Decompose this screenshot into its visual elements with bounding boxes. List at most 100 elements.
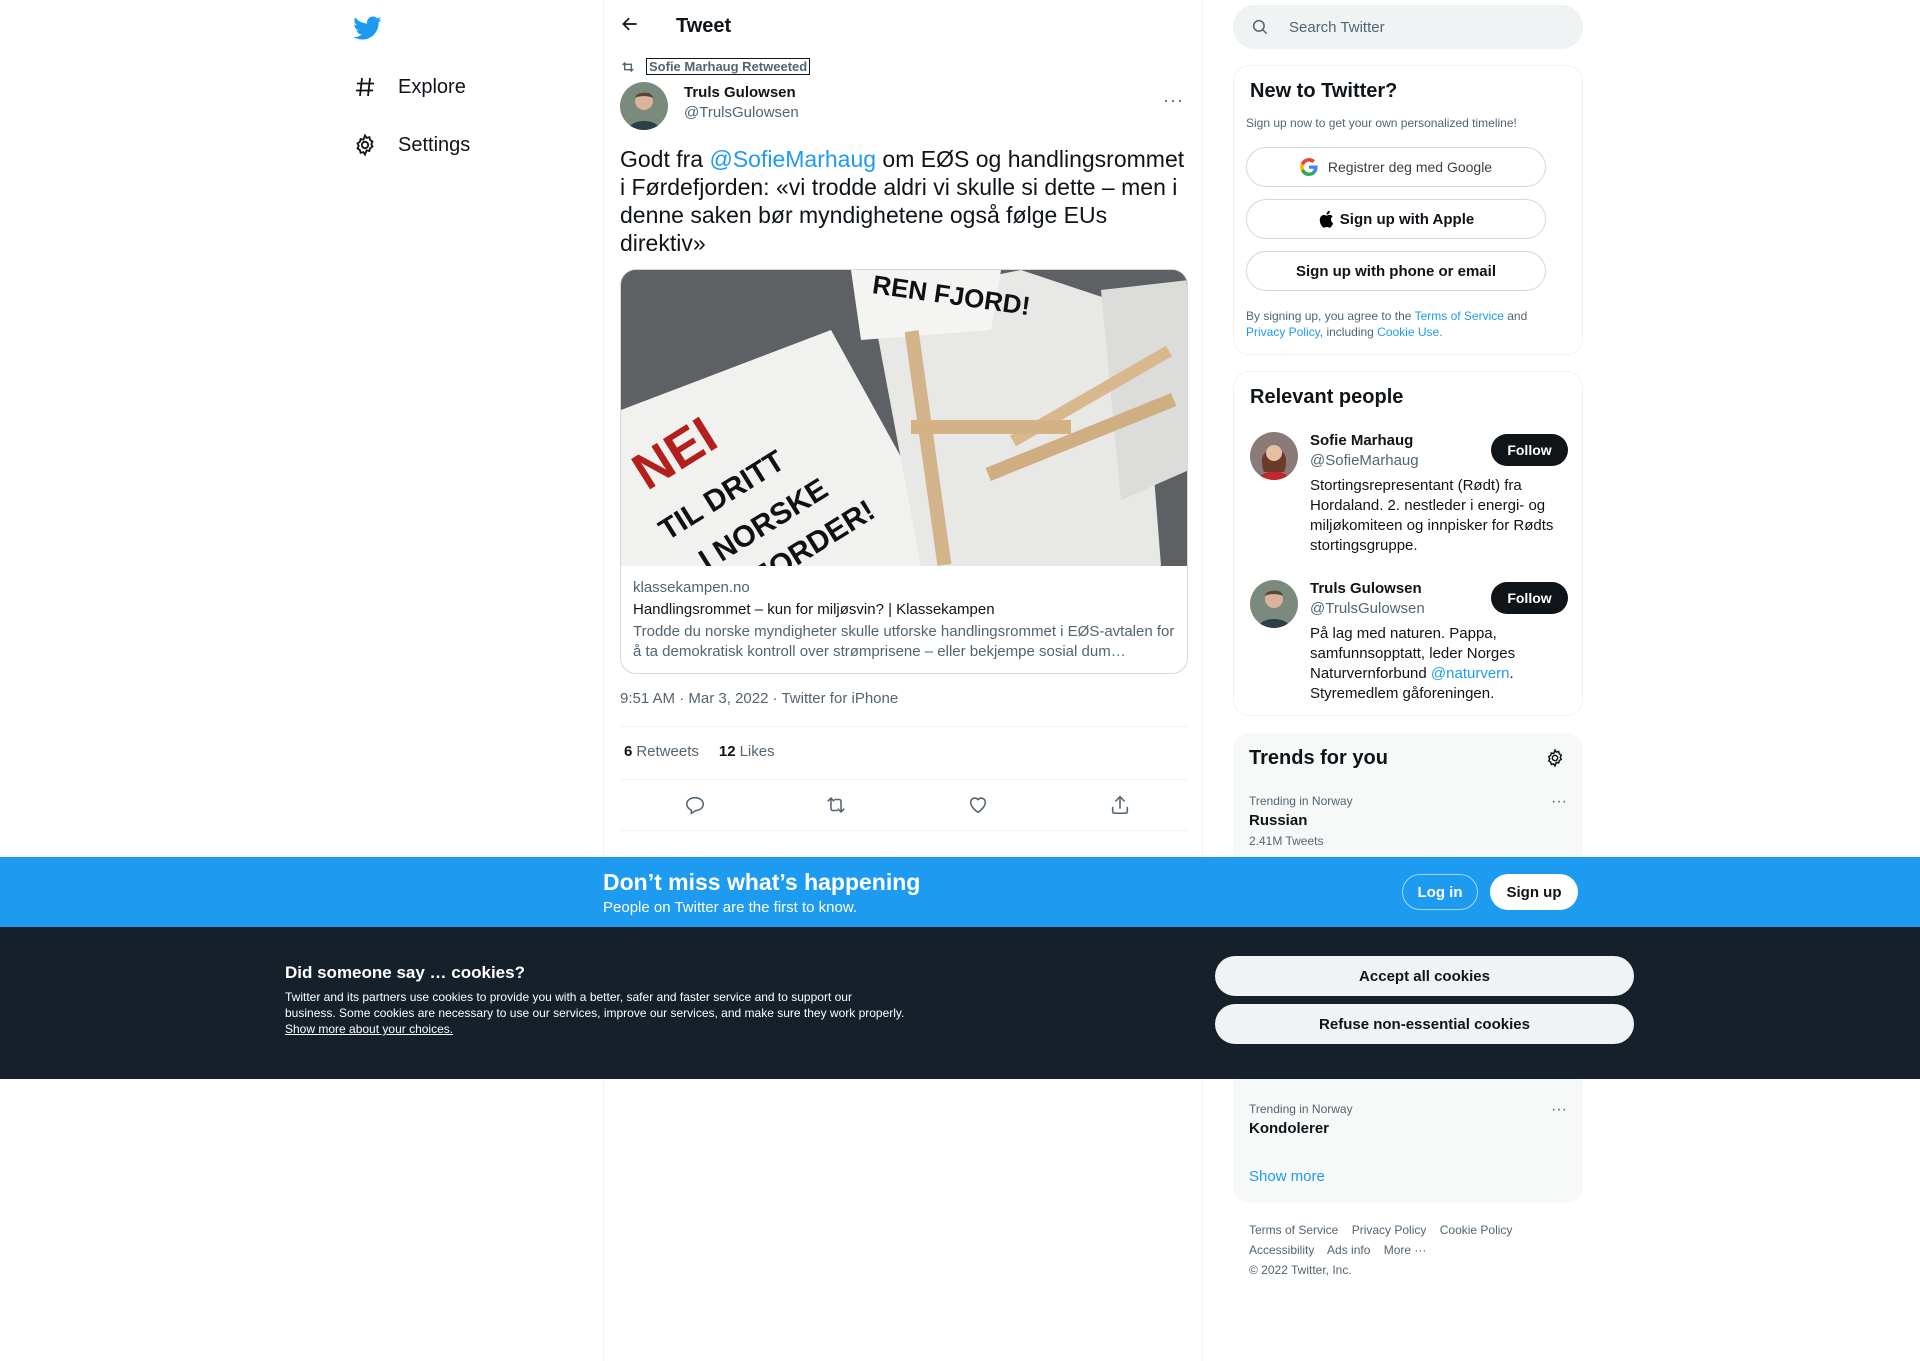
page-title: Tweet bbox=[676, 15, 732, 37]
footer-links-row: Terms of Service Privacy Policy Cookie P… bbox=[1249, 1220, 1569, 1240]
likes-count: 12 bbox=[718, 743, 736, 760]
show-more-link[interactable]: Show more bbox=[1249, 1168, 1325, 1185]
signup-prompt-subtitle: People on Twitter are the first to know. bbox=[603, 899, 858, 916]
apple-signup-label: Sign up with Apple bbox=[1339, 210, 1475, 228]
card-image: REN FJORD! NEI TIL DRITT I NORSKE FJORDE… bbox=[621, 270, 1187, 566]
apple-icon bbox=[1318, 210, 1334, 228]
relevant-people-title: Relevant people bbox=[1250, 386, 1404, 408]
footer-links-row: Accessibility Ads info More ··· bbox=[1249, 1240, 1569, 1260]
privacy-policy-link[interactable]: Privacy Policy bbox=[1246, 325, 1320, 339]
back-arrow-icon[interactable] bbox=[620, 14, 644, 38]
share-icon[interactable] bbox=[1105, 790, 1135, 820]
signup-prompt-bar: Don’t miss what’s happening People on Tw… bbox=[0, 857, 1920, 927]
footer-link[interactable]: Cookie Policy bbox=[1440, 1223, 1513, 1237]
terms-text-3: , including bbox=[1319, 325, 1378, 339]
signup-button[interactable]: Sign up bbox=[1490, 874, 1578, 910]
new-to-twitter-box: New to Twitter? Sign up now to get your … bbox=[1233, 65, 1583, 355]
trend-more-icon[interactable]: ··· bbox=[1551, 1101, 1567, 1119]
divider bbox=[620, 830, 1188, 831]
person-name[interactable]: Sofie Marhaug bbox=[1310, 432, 1413, 449]
bio-mention-link[interactable]: @naturvern bbox=[1431, 665, 1510, 682]
cookie-choices-link[interactable]: Show more about your choices. bbox=[285, 1022, 453, 1036]
google-signup-label: Registrer deg med Google bbox=[1327, 159, 1493, 175]
retweet-icon bbox=[620, 59, 638, 75]
tweet-author: Truls Gulowsen @TrulsGulowsen ··· bbox=[620, 82, 1188, 130]
retweet-action-icon[interactable] bbox=[821, 790, 851, 820]
gear-icon bbox=[352, 132, 378, 158]
trend-count: 2.41M Tweets bbox=[1249, 834, 1324, 848]
nav-settings-label: Settings bbox=[398, 133, 471, 156]
footer-link[interactable]: Terms of Service bbox=[1249, 1223, 1338, 1237]
terms-text-2: and bbox=[1503, 309, 1528, 323]
person-handle[interactable]: @SofieMarhaug bbox=[1310, 452, 1419, 469]
likes-stat[interactable]: 12 Likes bbox=[719, 743, 775, 760]
trend-context: Trending in Norway bbox=[1249, 1102, 1353, 1116]
nav-settings[interactable]: Settings bbox=[352, 125, 470, 165]
footer-link[interactable]: More ··· bbox=[1384, 1243, 1427, 1257]
signup-terms: By signing up, you agree to the Terms of… bbox=[1246, 308, 1566, 340]
relevant-people-box: Relevant people Sofie Marhaug @SofieMarh… bbox=[1233, 371, 1583, 716]
search-bar[interactable] bbox=[1233, 5, 1583, 49]
cookie-use-link[interactable]: Cookie Use. bbox=[1377, 325, 1442, 339]
card-description: Trodde du norske myndigheter skulle utfo… bbox=[633, 623, 1175, 660]
refuse-cookies-button[interactable]: Refuse non-essential cookies bbox=[1215, 1004, 1634, 1044]
person-avatar[interactable] bbox=[1250, 432, 1298, 480]
cookie-banner: Did someone say … cookies? Twitter and i… bbox=[0, 927, 1920, 1079]
trend-name: Russian bbox=[1249, 812, 1308, 829]
card-meta: klassekampen.no Handlingsrommet – kun fo… bbox=[633, 578, 1177, 662]
like-icon[interactable] bbox=[963, 790, 993, 820]
cookie-title: Did someone say … cookies? bbox=[285, 963, 525, 982]
tweet-stats: 6 Retweets 12 Likes bbox=[624, 743, 775, 760]
new-to-twitter-subtitle: Sign up now to get your own personalized… bbox=[1246, 116, 1517, 130]
terms-text-1: By signing up, you agree to the bbox=[1246, 309, 1415, 323]
person-handle[interactable]: @TrulsGulowsen bbox=[1310, 600, 1425, 617]
twitter-logo-icon[interactable] bbox=[352, 13, 382, 43]
trend-more-icon[interactable]: ··· bbox=[1551, 793, 1567, 811]
terms-of-service-link[interactable]: Terms of Service bbox=[1415, 309, 1504, 323]
footer-link[interactable]: Accessibility bbox=[1249, 1243, 1314, 1257]
reply-icon[interactable] bbox=[680, 790, 710, 820]
trend-item[interactable]: Trending in Norway Russian 2.41M Tweets … bbox=[1249, 793, 1567, 849]
follow-button[interactable]: Follow bbox=[1491, 434, 1568, 466]
retweeter-link[interactable]: Sofie Marhaug Retweeted bbox=[646, 58, 811, 75]
tweet-header: Tweet bbox=[604, 0, 1204, 54]
link-card[interactable]: REN FJORD! NEI TIL DRITT I NORSKE FJORDE… bbox=[620, 269, 1188, 674]
divider bbox=[620, 779, 1188, 780]
retweet-context: Sofie Marhaug Retweeted bbox=[620, 58, 811, 75]
author-avatar[interactable] bbox=[620, 82, 668, 130]
login-button[interactable]: Log in bbox=[1402, 874, 1478, 910]
tweet-text: Godt fra @SofieMarhaug om EØS og handlin… bbox=[620, 145, 1188, 257]
nav-explore[interactable]: Explore bbox=[352, 67, 466, 107]
new-to-twitter-title: New to Twitter? bbox=[1250, 80, 1398, 102]
footer-link[interactable]: Privacy Policy bbox=[1352, 1223, 1427, 1237]
nav-explore-label: Explore bbox=[398, 75, 466, 98]
trends-settings-gear-icon[interactable] bbox=[1545, 748, 1565, 773]
divider bbox=[620, 726, 1188, 727]
person-bio: Stortingsrepresentant (Rødt) fra Hordala… bbox=[1310, 477, 1554, 554]
retweets-stat[interactable]: 6 Retweets bbox=[624, 743, 699, 760]
tweet-text-before: Godt fra bbox=[620, 146, 710, 172]
google-signup-button[interactable]: Registrer deg med Google bbox=[1246, 147, 1546, 187]
person-name[interactable]: Truls Gulowsen bbox=[1310, 580, 1422, 597]
author-handle[interactable]: @TrulsGulowsen bbox=[684, 104, 799, 121]
apple-signup-button[interactable]: Sign up with Apple bbox=[1246, 199, 1546, 239]
main-column: Tweet Sofie Marhaug Retweeted Truls Gulo… bbox=[603, 0, 1203, 1361]
likes-label: Likes bbox=[739, 743, 775, 760]
tweet-timestamp[interactable]: 9:51 AM · Mar 3, 2022 · Twitter for iPho… bbox=[620, 690, 898, 707]
retweets-count: 6 bbox=[624, 743, 633, 760]
search-input[interactable] bbox=[1289, 17, 1559, 37]
footer-link[interactable]: Ads info bbox=[1327, 1243, 1370, 1257]
trends-title: Trends for you bbox=[1249, 747, 1388, 769]
trend-item[interactable]: Trending in Norway Kondolerer ··· bbox=[1249, 1101, 1567, 1139]
card-title: Handlingsrommet – kun for miljøsvin? | K… bbox=[633, 601, 995, 618]
person-avatar[interactable] bbox=[1250, 580, 1298, 628]
follow-button[interactable]: Follow bbox=[1491, 582, 1568, 614]
trend-context: Trending in Norway bbox=[1249, 794, 1353, 808]
phone-email-signup-button[interactable]: Sign up with phone or email bbox=[1246, 251, 1546, 291]
accept-cookies-button[interactable]: Accept all cookies bbox=[1215, 956, 1634, 996]
cookie-text: Twitter and its partners use cookies to … bbox=[285, 989, 905, 1037]
card-domain: klassekampen.no bbox=[633, 579, 750, 596]
more-options-icon[interactable]: ··· bbox=[1163, 90, 1184, 111]
author-name[interactable]: Truls Gulowsen bbox=[684, 84, 796, 101]
mention-link[interactable]: @SofieMarhaug bbox=[709, 146, 876, 172]
